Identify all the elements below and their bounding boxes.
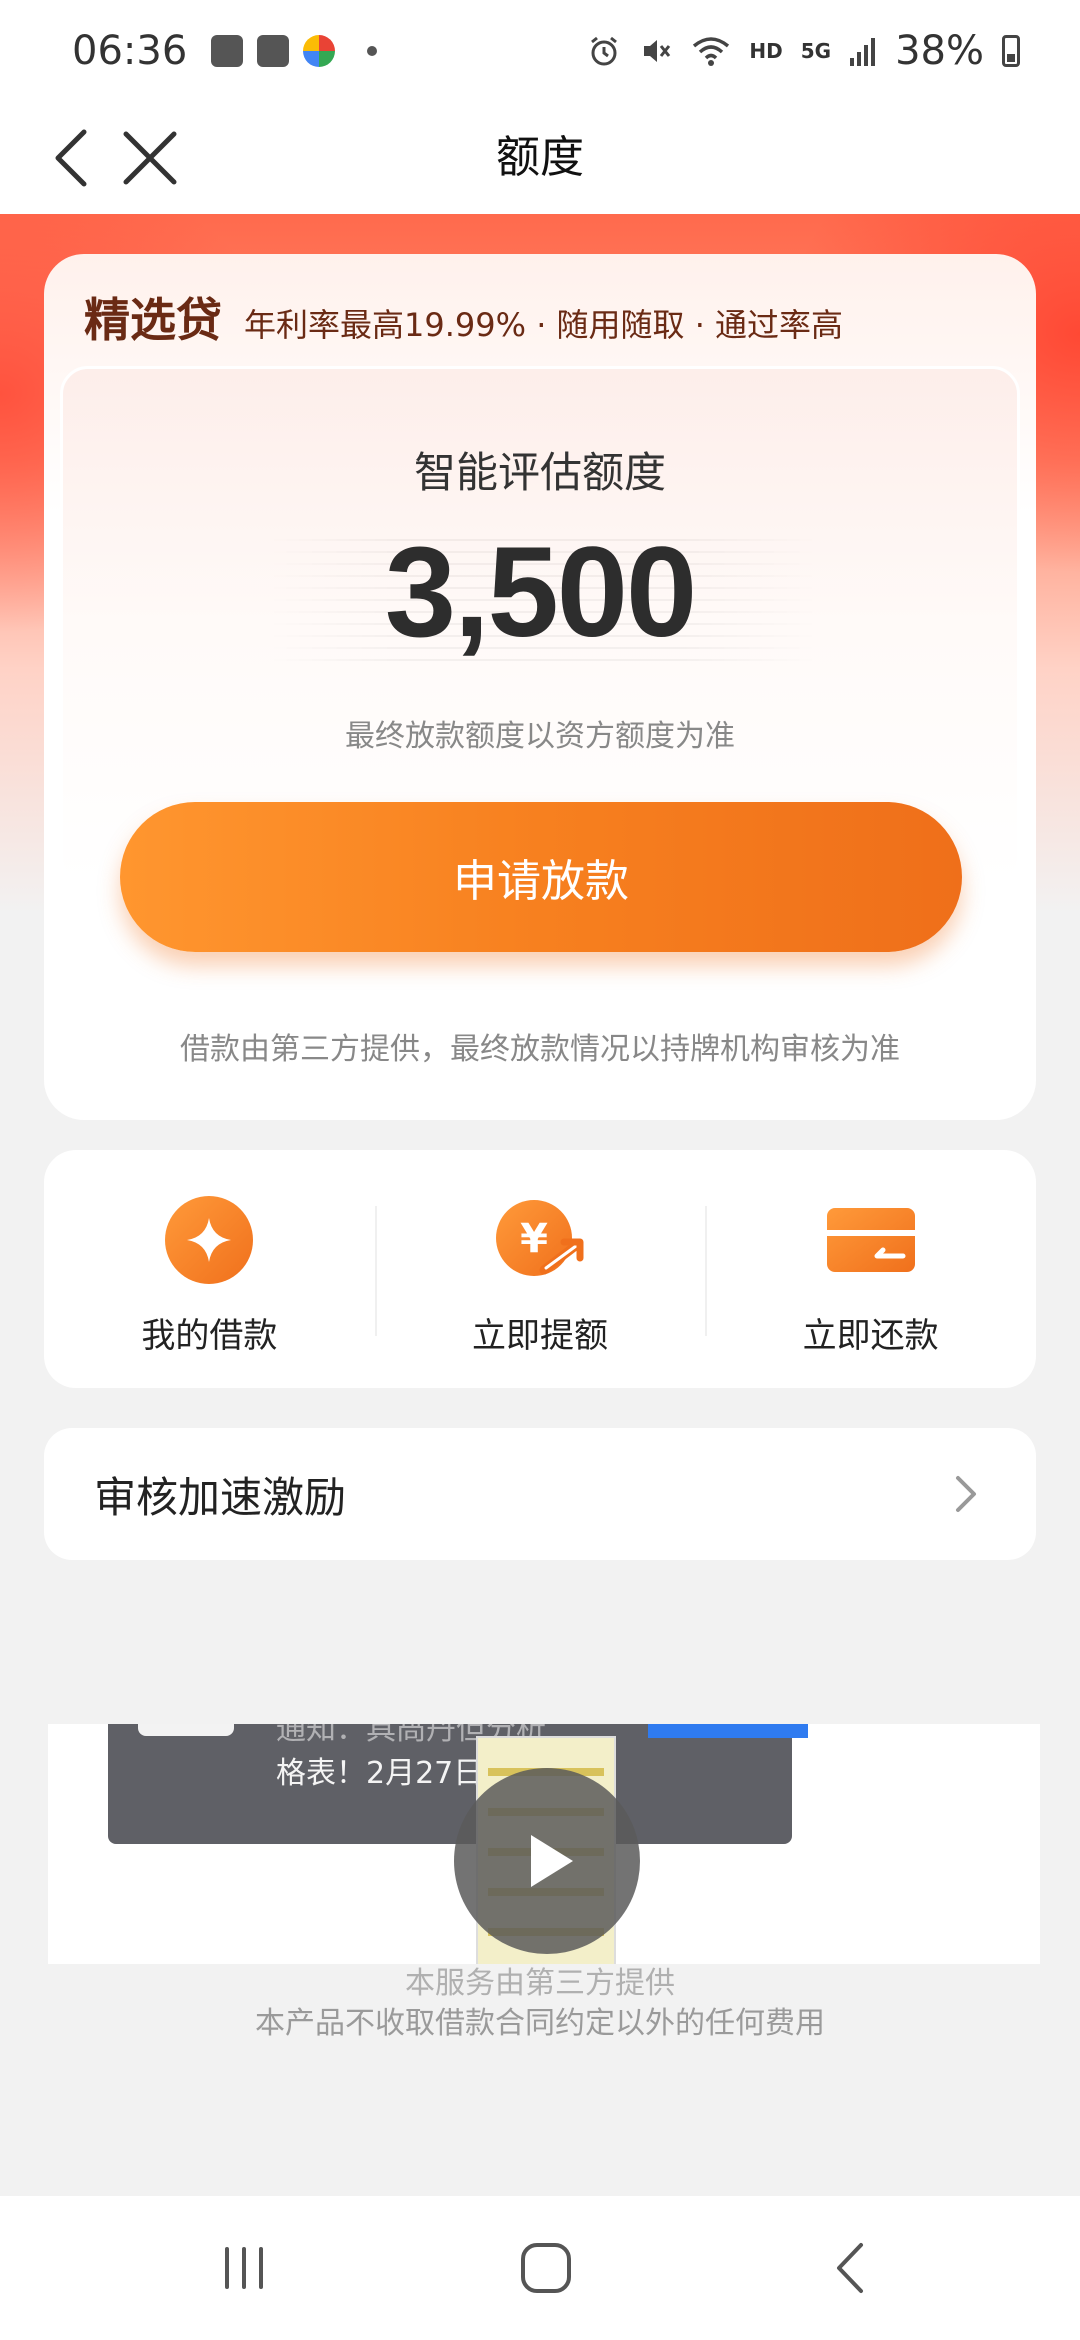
recent-apps-button[interactable] [204, 2236, 284, 2300]
quick-action-label: 立即提额 [472, 1316, 608, 1356]
mute-icon [644, 40, 671, 62]
nav-header: 额度 [0, 102, 1080, 214]
ad-action-bar [648, 1724, 808, 1738]
review-accelerate-row[interactable]: 审核加速激励 [44, 1428, 1036, 1560]
raise-limit-button[interactable]: ¥ 立即提额 [374, 1150, 706, 1388]
network-label: HD [749, 39, 783, 63]
quick-actions: 我的借款 ¥ 立即提额 立即还款 [44, 1150, 1036, 1388]
repay-now-button[interactable]: 立即还款 [705, 1150, 1036, 1388]
signal-label: 5G [800, 39, 832, 63]
close-button[interactable] [110, 118, 190, 198]
chevron-left-icon [55, 129, 87, 187]
fee-disclaimer: 本产品不收取借款合同约定以外的任何费用 [255, 2006, 825, 2041]
apply-loan-button[interactable]: 申请放款 [120, 802, 962, 952]
my-loans-button[interactable]: 我的借款 [44, 1150, 375, 1388]
product-name: 精选贷 [84, 293, 222, 347]
home-button[interactable] [506, 2236, 586, 2300]
play-button[interactable] [454, 1768, 640, 1954]
signal-icon [850, 38, 876, 66]
recent-apps-icon [225, 2247, 263, 2289]
status-left: 06:36 [72, 28, 378, 74]
system-back-button[interactable] [810, 2236, 890, 2300]
review-accelerate-label: 审核加速激励 [94, 1472, 347, 1522]
product-tags: 年利率最高19.99% · 随用随取 · 通过率高 [244, 306, 844, 344]
loan-card: 精选贷 年利率最高19.99% · 随用随取 · 通过率高 智能评估额度 3,5… [44, 254, 1036, 1120]
yen-up-icon: ¥ [494, 1194, 586, 1286]
quick-action-label: 我的借款 [141, 1316, 278, 1356]
colorful-app-icon [303, 35, 336, 67]
service-provider-note: 本服务由第三方提供 [405, 1966, 675, 2001]
gallery-icon [211, 35, 244, 67]
status-time: 06:36 [72, 28, 188, 74]
quick-action-label: 立即还款 [802, 1316, 939, 1356]
alarm-icon [591, 36, 618, 66]
credit-amount: 3,500 [384, 521, 697, 664]
ad-banner: 通知：具咼丹但分析 格表！2月27日全... [108, 1724, 808, 1844]
status-right: HD 5G 38% [587, 28, 1020, 74]
card-footer-note: 借款由第三方提供，最终放款情况以持牌机构审核为准 [180, 1032, 900, 1067]
svg-text:¥: ¥ [520, 1216, 548, 1262]
ad-overlay[interactable]: 通知：具咼丹但分析 格表！2月27日全... [48, 1724, 1040, 1964]
wifi-icon [693, 37, 730, 66]
assess-label: 智能评估额度 [413, 448, 666, 497]
diamond-coin-icon [163, 1194, 255, 1286]
amount-note: 最终放款额度以资方额度为准 [345, 719, 735, 754]
close-icon [123, 131, 177, 185]
play-icon [531, 1835, 573, 1887]
home-icon [521, 2243, 571, 2293]
system-nav-bar [0, 2196, 1080, 2340]
battery-percent: 38% [895, 28, 984, 74]
check-app-icon [257, 35, 290, 67]
card-icon [825, 1194, 917, 1286]
chevron-right-icon [946, 1474, 986, 1514]
battery-icon [1002, 35, 1020, 67]
back-button[interactable] [30, 118, 110, 198]
card-header: 精选贷 年利率最高19.99% · 随用随取 · 通过率高 [84, 284, 843, 350]
ad-pill [138, 1724, 234, 1736]
status-bar: 06:36 HD 5G 38% [0, 0, 1080, 102]
back-arrow-icon [837, 2243, 863, 2293]
notification-dot-icon [367, 46, 378, 56]
